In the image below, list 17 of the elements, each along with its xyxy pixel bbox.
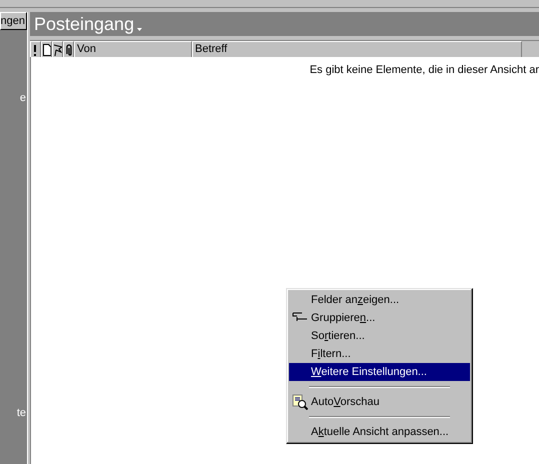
menu-item[interactable]: Filtern... bbox=[289, 345, 470, 363]
empty-view-message: Es gibt keine Elemente, die in dieser Ansicht ar bbox=[310, 63, 539, 78]
menu-item[interactable]: Weitere Einstellungen... bbox=[289, 363, 470, 381]
folder-title[interactable]: Posteingang bbox=[34, 15, 134, 33]
column-header[interactable] bbox=[41, 41, 52, 57]
paperclip-icon bbox=[64, 44, 73, 56]
menu-item[interactable]: Felder anzeigen... bbox=[289, 291, 470, 309]
menu-item[interactable]: Aktuelle Ansicht anpassen... bbox=[289, 423, 470, 441]
menu-item[interactable]: Sortieren... bbox=[289, 327, 470, 345]
flag-icon bbox=[53, 44, 62, 56]
sidebar-label: te bbox=[16, 406, 26, 421]
menu-item[interactable]: AutoVorschau bbox=[289, 393, 470, 411]
preview-icon bbox=[292, 394, 308, 410]
sidebar-label: e bbox=[20, 91, 26, 106]
menu-item[interactable]: Gruppieren... bbox=[289, 309, 470, 327]
sidebar-button[interactable]: ngen bbox=[0, 12, 27, 30]
dropdown-icon[interactable] bbox=[137, 28, 142, 30]
